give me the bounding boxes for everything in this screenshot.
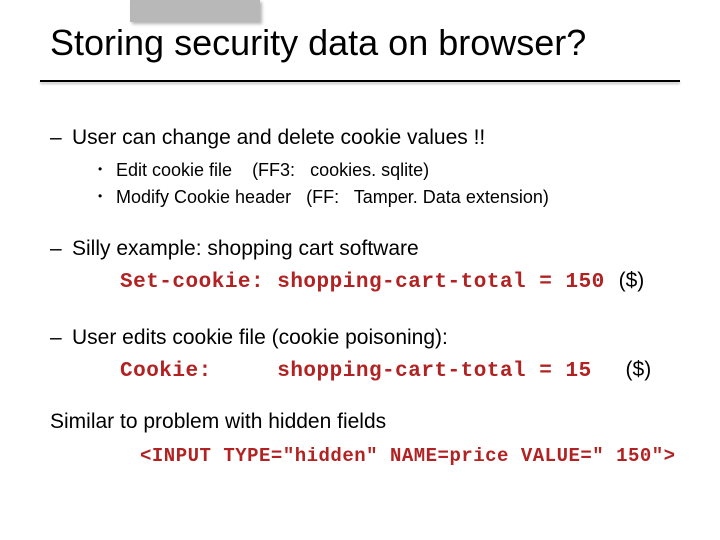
code-input-hidden: <INPUT TYPE="hidden" NAME=price VALUE=" …	[140, 443, 690, 470]
dash-marker: –	[50, 324, 72, 352]
code-set-cookie: Set-cookie: shopping-cart-total = 150 ($…	[120, 267, 690, 297]
sub-bullet-text: Edit cookie file (FF3: cookies. sqlite)	[116, 158, 429, 182]
sub-bullet-modify-header: • Modify Cookie header (FF: Tamper. Data…	[98, 185, 690, 209]
sub-list: • Edit cookie file (FF3: cookies. sqlite…	[98, 158, 690, 209]
bullet-text: User edits cookie file (cookie poisoning…	[72, 324, 690, 352]
paren-text: ($)	[619, 269, 645, 292]
dash-marker: –	[50, 235, 72, 263]
bullet-user-change: – User can change and delete cookie valu…	[50, 124, 690, 152]
slide-body: – User can change and delete cookie valu…	[50, 110, 690, 469]
text-similar: Similar to problem with hidden fields	[50, 408, 690, 436]
code-text: Set-cookie: shopping-cart-total = 150	[120, 271, 605, 294]
sub-bullet-edit-file: • Edit cookie file (FF3: cookies. sqlite…	[98, 158, 690, 182]
paren-text: ($)	[626, 358, 652, 381]
code-cookie: Cookie: shopping-cart-total = 15 ($)	[120, 356, 690, 386]
bullet-silly-example: – Silly example: shopping cart software	[50, 235, 690, 263]
bullet-text: User can change and delete cookie values…	[72, 124, 690, 152]
code-text: <INPUT TYPE="hidden" NAME=price VALUE=" …	[140, 445, 676, 467]
sub-bullet-text: Modify Cookie header (FF: Tamper. Data e…	[116, 185, 549, 209]
slide: Storing security data on browser? – User…	[0, 0, 720, 540]
code-text: Cookie: shopping-cart-total = 15	[120, 360, 592, 383]
bullet-marker: •	[98, 158, 116, 180]
decorative-bar	[130, 0, 260, 22]
bullet-marker: •	[98, 185, 116, 207]
dash-marker: –	[50, 124, 72, 152]
slide-title: Storing security data on browser?	[50, 22, 586, 64]
bullet-user-edits: – User edits cookie file (cookie poisoni…	[50, 324, 690, 352]
title-divider	[40, 80, 680, 82]
bullet-text: Silly example: shopping cart software	[72, 235, 690, 263]
